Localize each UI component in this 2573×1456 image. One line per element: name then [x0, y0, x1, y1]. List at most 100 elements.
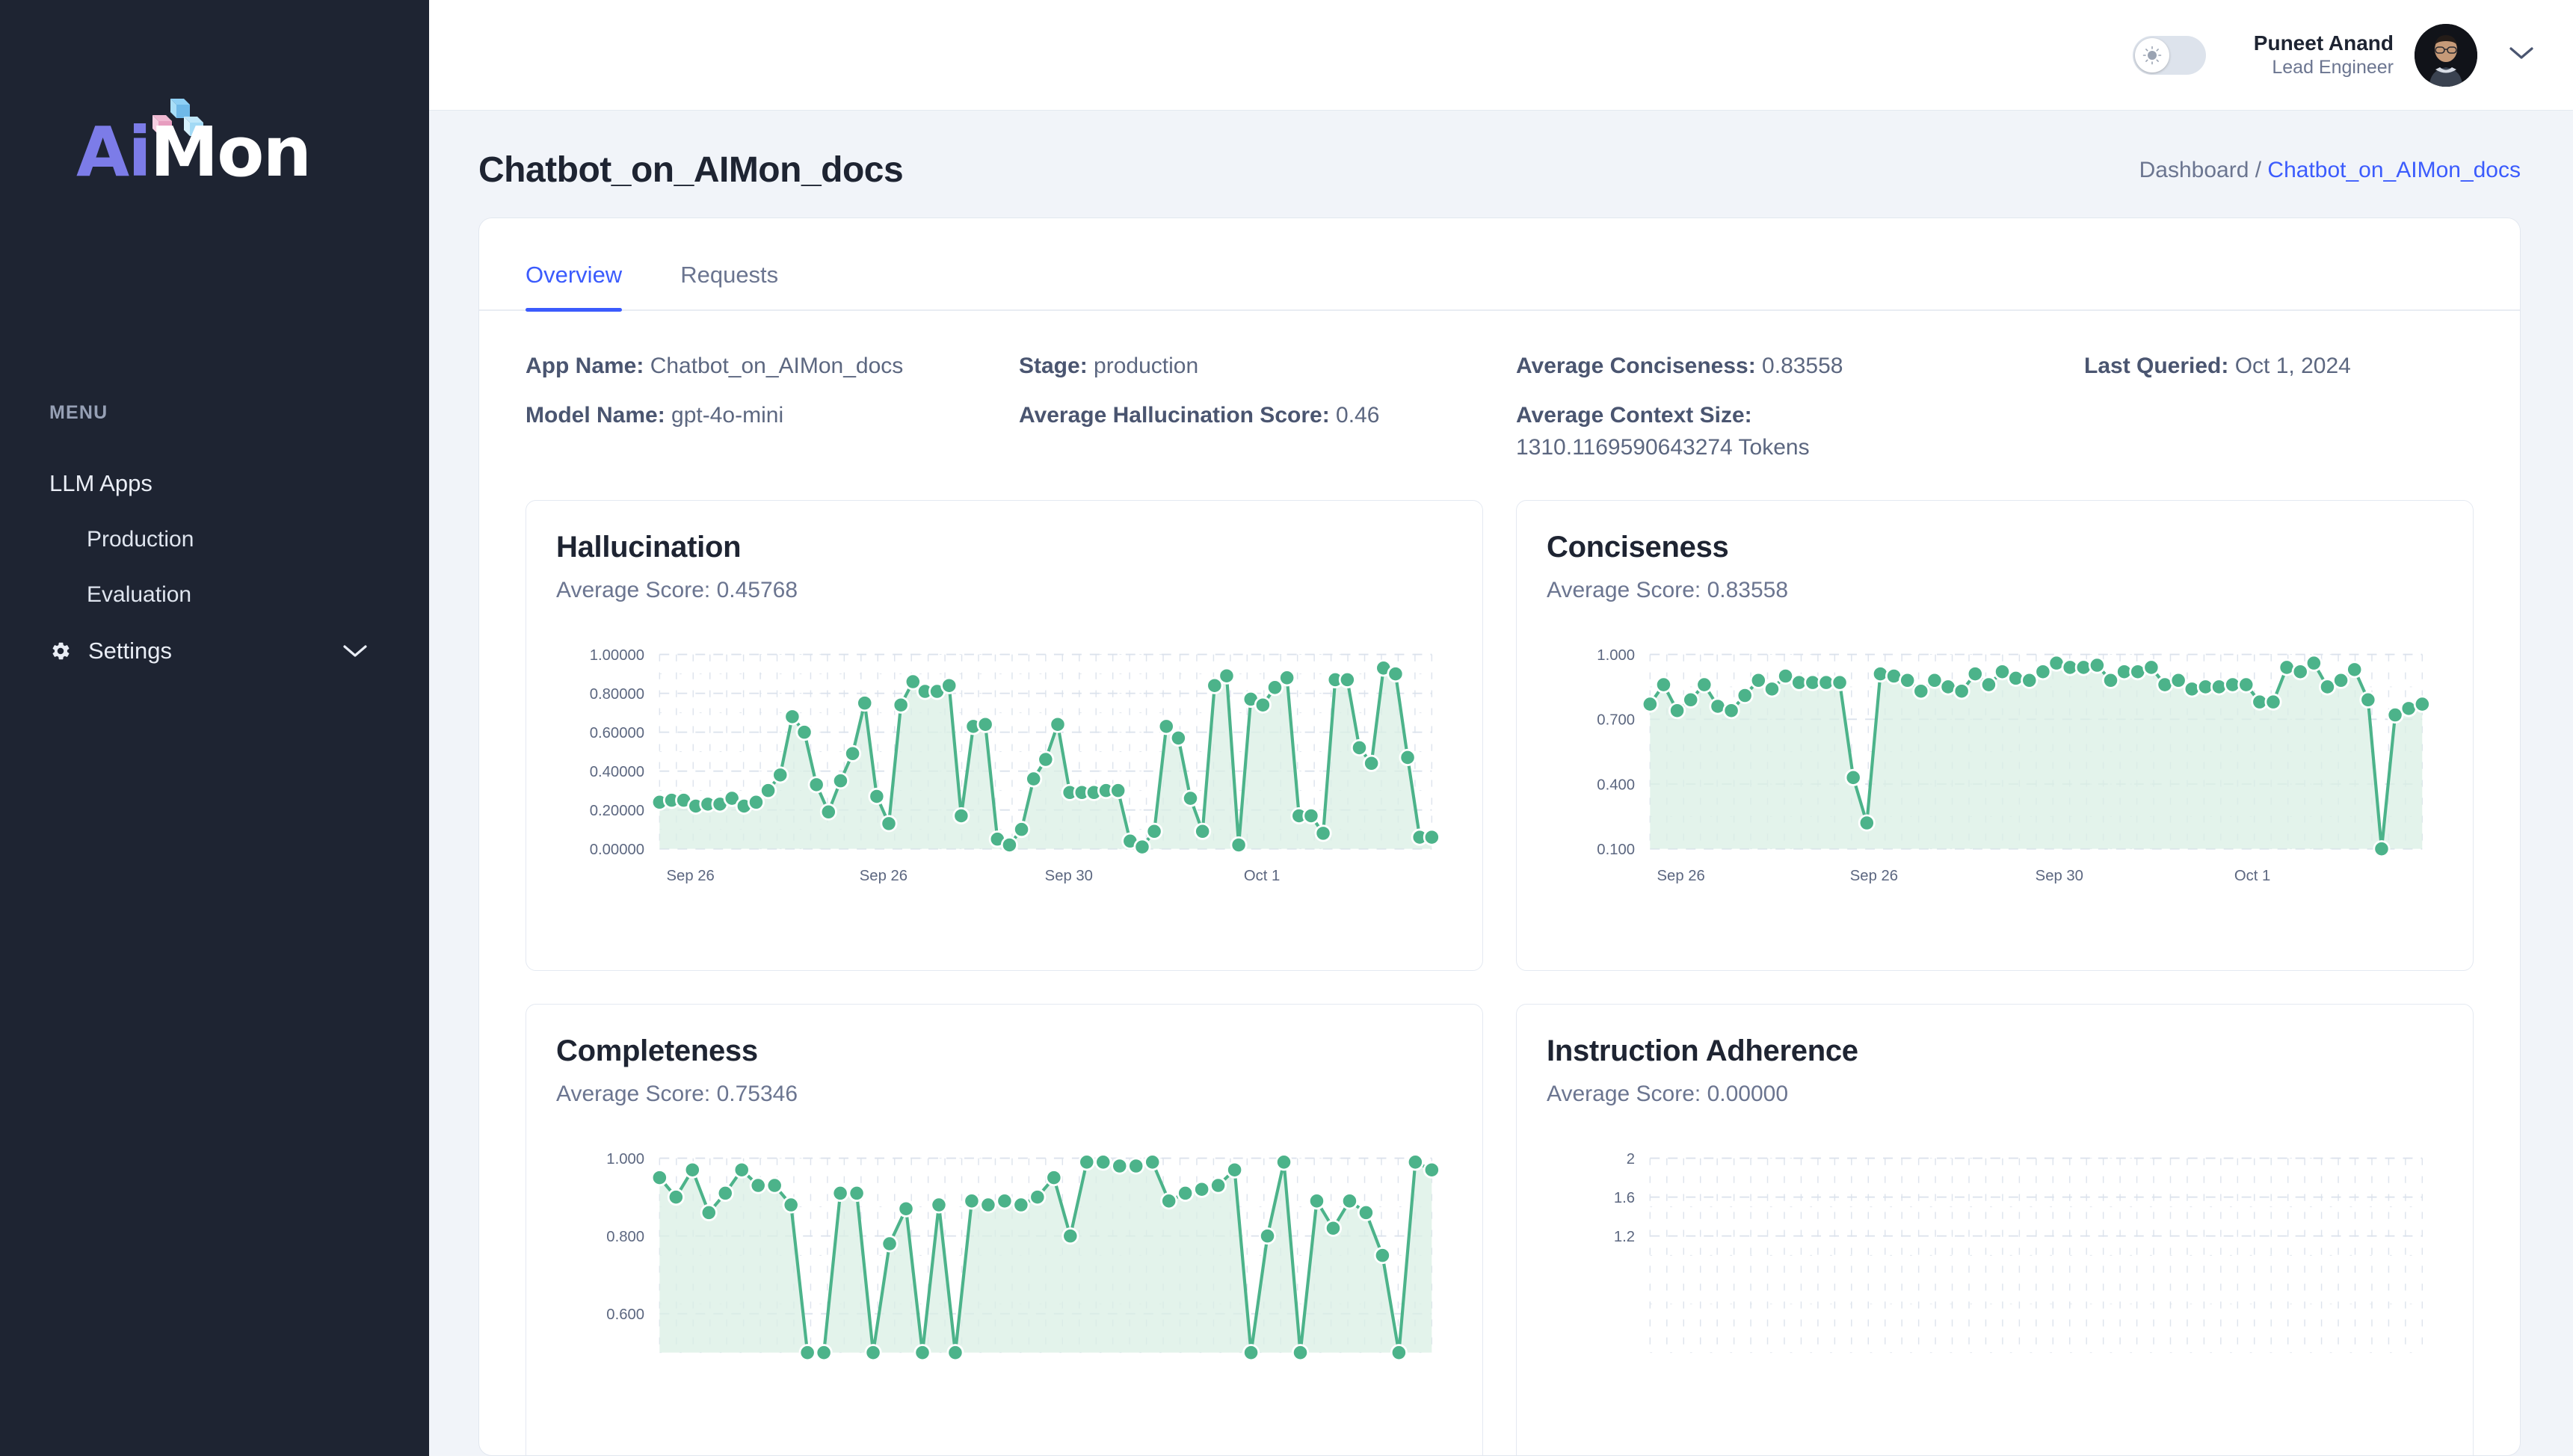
sidebar-item-label: Evaluation: [87, 582, 191, 608]
svg-text:Oct 1: Oct 1: [1244, 868, 1280, 884]
meta-value: gpt-4o-mini: [671, 403, 783, 428]
tab-requests[interactable]: Requests: [680, 262, 778, 309]
meta-value: Oct 1, 2024: [2235, 354, 2351, 378]
svg-text:0.100: 0.100: [1597, 842, 1635, 858]
avatar[interactable]: [2415, 24, 2477, 87]
svg-text:0.40000: 0.40000: [590, 764, 644, 780]
chart-title: Instruction Adherence: [1547, 1034, 2443, 1068]
svg-text:0.20000: 0.20000: [590, 803, 644, 819]
page-header: Chatbot_on_AIMon_docs Dashboard / Chatbo…: [429, 111, 2573, 191]
meta-average-hallucination-score: Average Hallucination Score: 0.46: [1019, 399, 1516, 464]
sidebar-item-label: Production: [87, 527, 194, 552]
app-metadata: App Name: Chatbot_on_AIMon_docs Stage: p…: [479, 311, 2520, 464]
meta-value: 0.46: [1336, 403, 1379, 428]
chart-plot-instruction-adherence[interactable]: 2 1.6 1.2: [1547, 1146, 2443, 1394]
sidebar-item-settings[interactable]: Settings: [0, 623, 429, 679]
sidebar: AiMon MENU LLM Apps Production Evaluatio…: [0, 0, 429, 1456]
gear-icon: [49, 640, 72, 662]
sidebar-item-evaluation[interactable]: Evaluation: [0, 567, 429, 623]
page-title: Chatbot_on_AIMon_docs: [478, 149, 903, 191]
meta-model-name: Model Name: gpt-4o-mini: [526, 399, 1019, 464]
svg-text:0.00000: 0.00000: [590, 842, 644, 858]
meta-label: Average Conciseness:: [1516, 354, 1756, 378]
meta-label: Average Hallucination Score:: [1019, 403, 1330, 428]
sidebar-item-llm-apps[interactable]: LLM Apps: [0, 455, 429, 512]
metric-charts-grid: Hallucination Average Score: 0.45768 1.0…: [479, 464, 2520, 1456]
chart-card-hallucination: Hallucination Average Score: 0.45768 1.0…: [526, 500, 1483, 971]
svg-text:Sep 30: Sep 30: [1045, 868, 1093, 884]
meta-label: Average Context Size:: [1516, 403, 1752, 428]
chart-title: Conciseness: [1547, 531, 2443, 564]
chart-title: Hallucination: [556, 531, 1452, 564]
main-area: Puneet Anand Lead Engineer: [429, 0, 2573, 1456]
svg-text:Sep 26: Sep 26: [1657, 868, 1705, 884]
theme-toggle[interactable]: [2133, 36, 2206, 75]
user-menu-chevron-down-icon[interactable]: [2509, 46, 2534, 64]
svg-text:1.2: 1.2: [1614, 1229, 1635, 1245]
chart-average-score: Average Score: 0.45768: [556, 578, 1452, 603]
svg-text:Sep 26: Sep 26: [1850, 868, 1898, 884]
meta-value: 1310.1169590643274 Tokens: [1516, 435, 1810, 460]
avatar-image: [2415, 24, 2477, 87]
meta-last-queried: Last Queried: Oct 1, 2024: [2084, 350, 2520, 383]
chart-card-conciseness: Conciseness Average Score: 0.83558 1.000…: [1516, 500, 2474, 971]
svg-text:1.000: 1.000: [606, 1150, 644, 1167]
sidebar-item-production[interactable]: Production: [0, 512, 429, 567]
meta-value: 0.83558: [1762, 354, 1843, 378]
chart-card-completeness: Completeness Average Score: 0.75346 1.00…: [526, 1004, 1483, 1456]
logo[interactable]: AiMon: [0, 0, 429, 193]
logo-text-ai: Ai: [76, 112, 150, 192]
sidebar-nav: LLM Apps Production Evaluation Settings: [0, 455, 429, 679]
svg-text:0.700: 0.700: [1597, 712, 1635, 728]
meta-label: App Name:: [526, 354, 644, 378]
sidebar-item-label: Settings: [88, 638, 172, 664]
sidebar-menu-label: MENU: [49, 402, 108, 424]
svg-text:0.600: 0.600: [606, 1307, 644, 1323]
svg-text:0.400: 0.400: [1597, 777, 1635, 793]
tab-overview[interactable]: Overview: [526, 262, 622, 309]
meta-average-context-size: Average Context Size: 1310.1169590643274…: [1516, 399, 2084, 464]
meta-empty: [2084, 399, 2520, 464]
user-meta: Puneet Anand Lead Engineer: [2254, 30, 2394, 79]
meta-app-name: App Name: Chatbot_on_AIMon_docs: [526, 350, 1019, 383]
sun-icon: [2141, 44, 2163, 67]
logo-text-mon: Mon: [150, 112, 310, 192]
meta-label: Last Queried:: [2084, 354, 2228, 378]
svg-text:1.000: 1.000: [1597, 647, 1635, 663]
breadcrumb-root[interactable]: Dashboard /: [2139, 158, 2261, 182]
chevron-down-icon[interactable]: [342, 638, 368, 664]
svg-text:Sep 30: Sep 30: [2036, 868, 2083, 884]
breadcrumb: Dashboard / Chatbot_on_AIMon_docs: [2139, 158, 2521, 183]
meta-average-conciseness: Average Conciseness: 0.83558: [1516, 350, 2084, 383]
chart-plot-hallucination[interactable]: 1.00000 0.80000 0.60000 0.40000 0.20000 0.000…: [556, 642, 1452, 890]
sidebar-item-label: LLM Apps: [49, 470, 152, 497]
meta-value: production: [1094, 354, 1198, 378]
svg-text:1.00000: 1.00000: [590, 647, 644, 663]
svg-text:2: 2: [1627, 1150, 1635, 1167]
theme-toggle-knob: [2135, 38, 2169, 73]
chart-average-score: Average Score: 0.00000: [1547, 1082, 2443, 1107]
chart-average-score: Average Score: 0.75346: [556, 1082, 1452, 1107]
user-role: Lead Engineer: [2254, 56, 2394, 79]
chart-card-instruction-adherence: Instruction Adherence Average Score: 0.0…: [1516, 1004, 2474, 1456]
svg-text:Sep 26: Sep 26: [667, 868, 715, 884]
chart-plot-completeness[interactable]: 1.000 0.800 0.600: [556, 1146, 1452, 1394]
meta-value: Chatbot_on_AIMon_docs: [650, 354, 904, 378]
overview-card: Overview Requests App Name: Chatbot_on_A…: [478, 218, 2521, 1456]
tab-bar: Overview Requests: [479, 218, 2520, 311]
svg-text:0.800: 0.800: [606, 1229, 644, 1245]
chart-title: Completeness: [556, 1034, 1452, 1068]
svg-text:Sep 26: Sep 26: [860, 868, 908, 884]
svg-text:0.80000: 0.80000: [590, 685, 644, 702]
svg-text:1.6: 1.6: [1614, 1189, 1635, 1206]
topbar: Puneet Anand Lead Engineer: [429, 0, 2573, 111]
svg-text:0.60000: 0.60000: [590, 725, 644, 741]
app-root: AiMon MENU LLM Apps Production Evaluatio…: [0, 0, 2573, 1456]
meta-stage: Stage: production: [1019, 350, 1516, 383]
svg-text:Oct 1: Oct 1: [2234, 868, 2270, 884]
meta-label: Stage:: [1019, 354, 1088, 378]
chart-plot-conciseness[interactable]: 1.000 0.700 0.400 0.100 Sep 26 Sep 26 Sep 30 Oc…: [1547, 642, 2443, 890]
breadcrumb-current[interactable]: Chatbot_on_AIMon_docs: [2267, 158, 2521, 182]
chart-average-score: Average Score: 0.83558: [1547, 578, 2443, 603]
meta-label: Model Name:: [526, 403, 665, 428]
